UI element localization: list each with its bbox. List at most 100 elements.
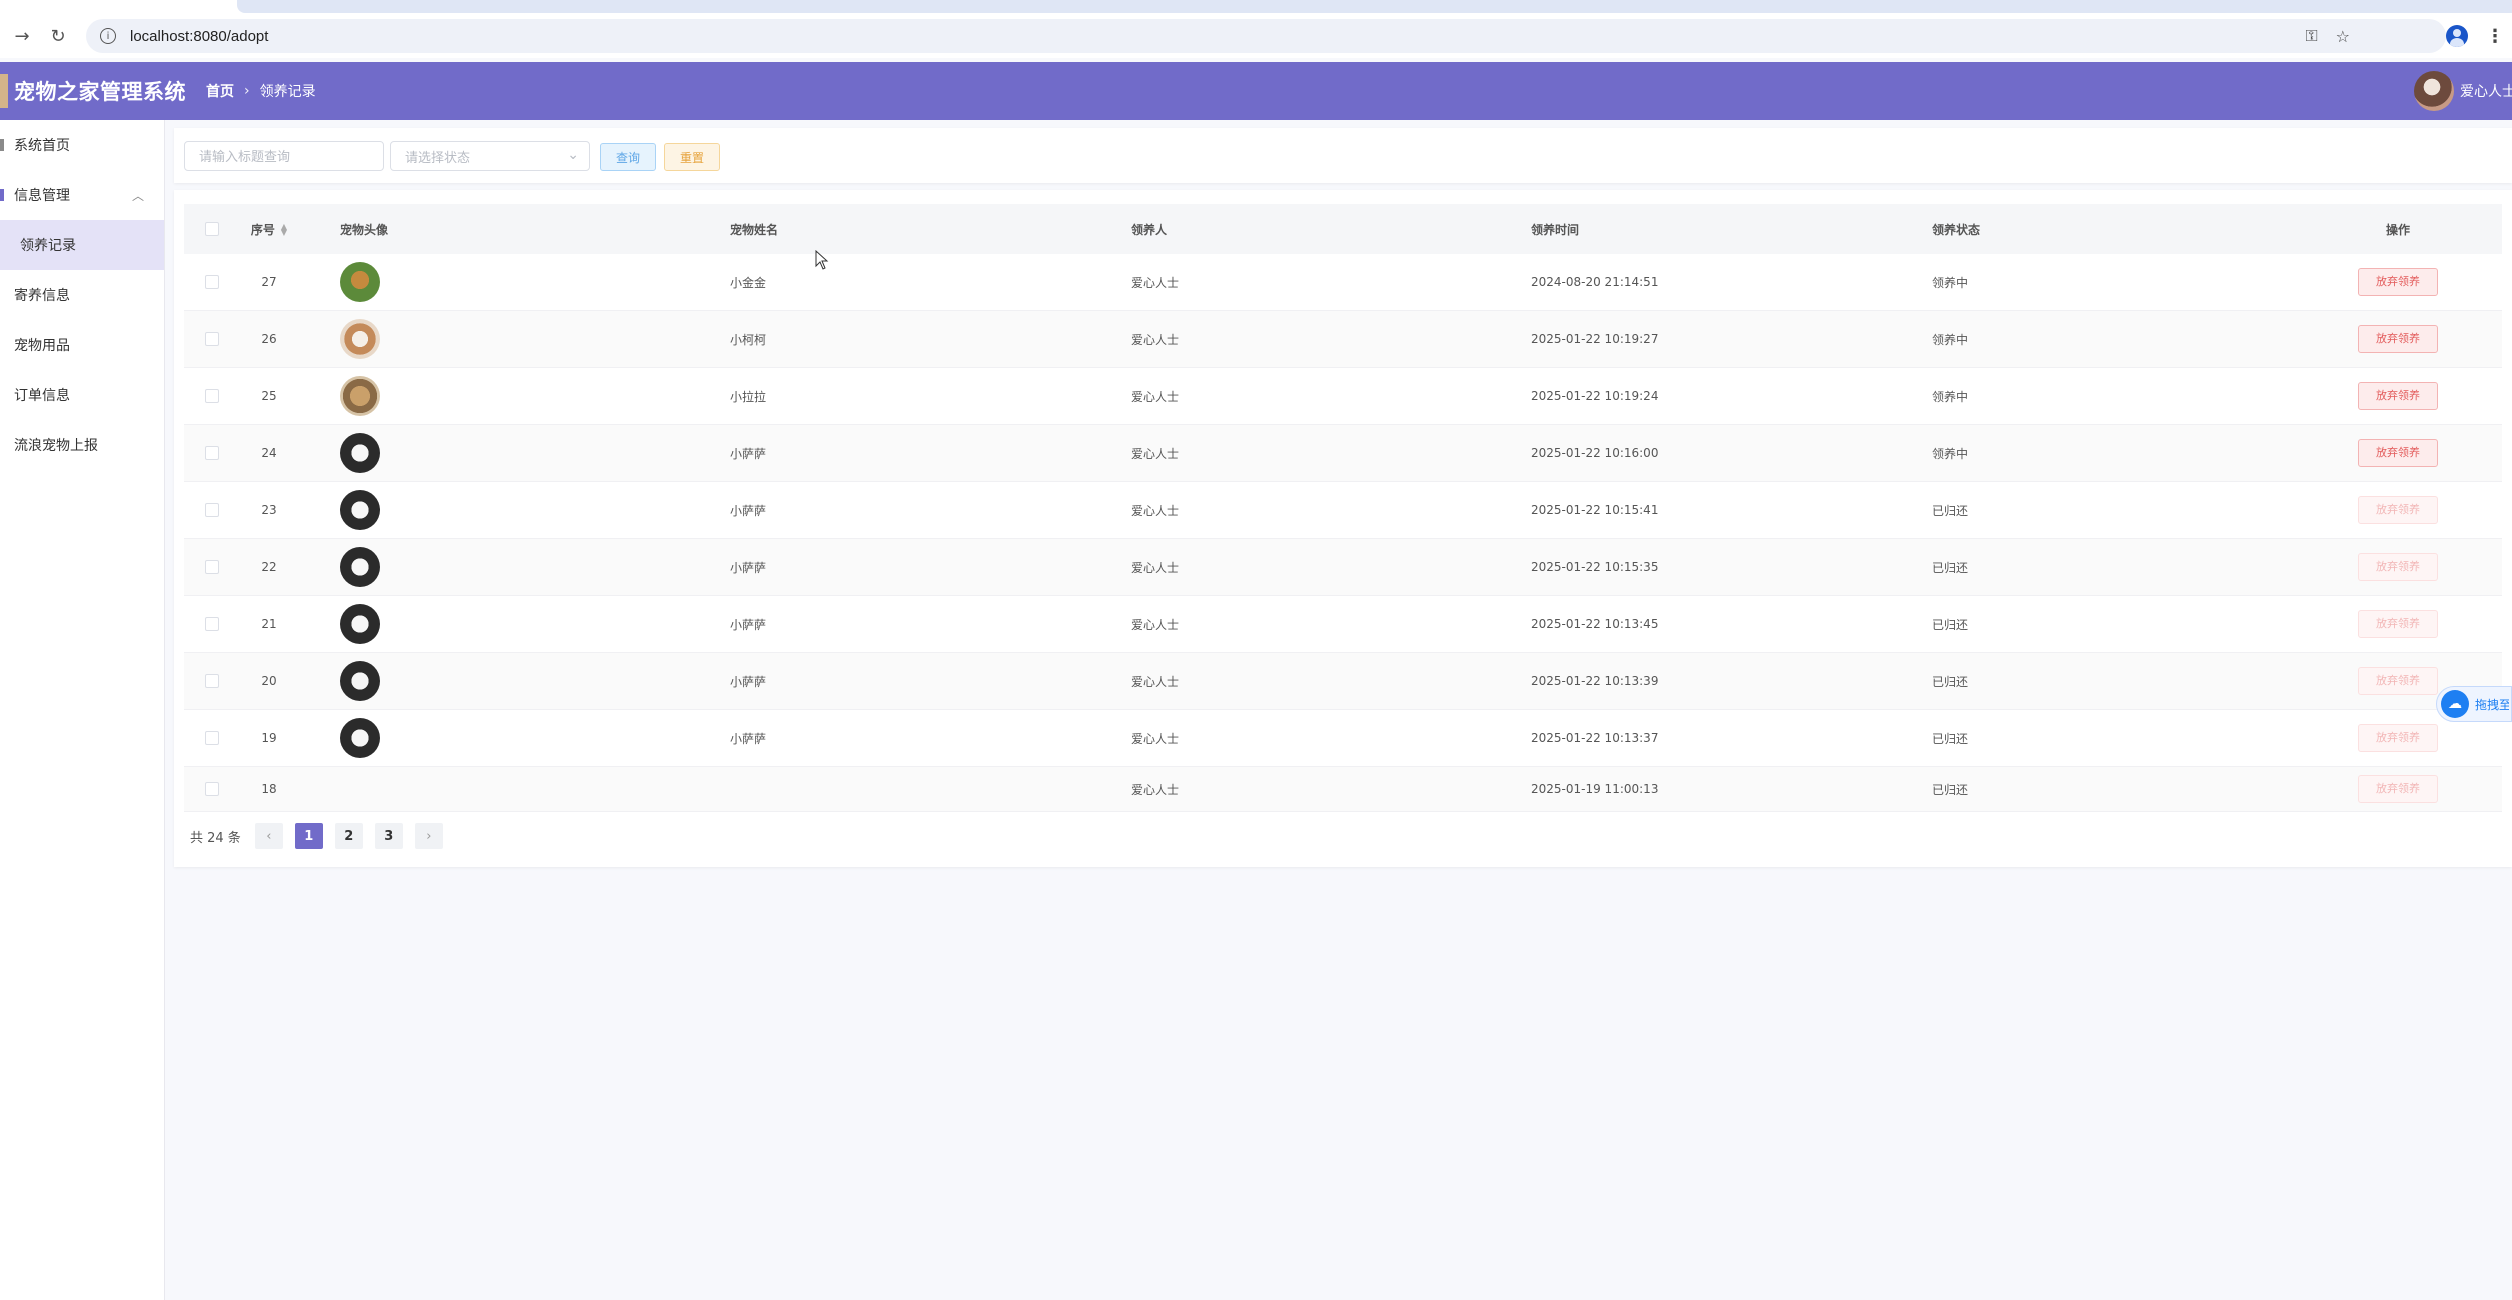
abandon-adoption-button[interactable]: 放弃领养 — [2358, 724, 2438, 752]
home-icon — [0, 139, 4, 151]
search-input[interactable] — [184, 141, 384, 171]
sidebar-item-info-management[interactable]: 信息管理 ︿ — [0, 170, 164, 220]
column-header-adopter: 领养人 — [1131, 222, 1168, 237]
sidebar-item-orders[interactable]: 订单信息 — [0, 370, 164, 420]
next-page-button[interactable]: › — [414, 823, 443, 849]
table-row: 26 小柯柯 爱心人士 2025-01-22 10:19:27 领养中 放弃领养 — [184, 311, 2502, 368]
row-checkbox[interactable] — [205, 275, 219, 289]
adopter-name: 爱心人士 — [1131, 731, 1180, 746]
abandon-adoption-button[interactable]: 放弃领养 — [2358, 268, 2438, 296]
sidebar-item-foster-info[interactable]: 寄养信息 — [0, 270, 164, 320]
row-index: 20 — [261, 674, 277, 688]
user-name[interactable]: 爱心人士 — [2460, 81, 2512, 101]
samoyed-icon[interactable] — [340, 718, 380, 758]
golden-dog-icon[interactable] — [340, 262, 380, 302]
sort-icon[interactable]: ▲ ▼ — [281, 223, 287, 237]
adopter-name: 爱心人士 — [1131, 332, 1180, 347]
adopter-name: 爱心人士 — [1131, 446, 1180, 461]
sidebar-item-home[interactable]: 系统首页 — [0, 120, 164, 170]
row-checkbox[interactable] — [205, 446, 219, 460]
row-actions: 放弃领养 — [2358, 496, 2438, 524]
samoyed-icon[interactable] — [340, 547, 380, 587]
breadcrumb: 首页 › 领养记录 — [206, 81, 316, 101]
labrador-icon[interactable] — [340, 376, 380, 416]
bookmark-star-icon[interactable]: ☆ — [2336, 27, 2350, 46]
pet-name: 小萨萨 — [730, 674, 767, 689]
abandon-adoption-button[interactable]: 放弃领养 — [2358, 439, 2438, 467]
row-actions: 放弃领养 — [2358, 610, 2438, 638]
table-row: 24 小萨萨 爱心人士 2025-01-22 10:16:00 领养中 放弃领养 — [184, 425, 2502, 482]
samoyed-icon[interactable] — [340, 433, 380, 473]
sidebar-item-label: 信息管理 — [14, 188, 70, 204]
adopt-status: 已归还 — [1932, 731, 1969, 746]
select-all-checkbox[interactable] — [205, 222, 219, 236]
table-row: 25 小拉拉 爱心人士 2025-01-22 10:19:24 领养中 放弃领养 — [184, 368, 2502, 425]
site-info-icon[interactable]: i — [100, 28, 116, 44]
abandon-adoption-button[interactable]: 放弃领养 — [2358, 667, 2438, 695]
browser-menu-icon[interactable]: ⋮ — [2486, 26, 2504, 47]
reload-icon[interactable]: ↻ — [44, 22, 72, 50]
samoyed-icon[interactable] — [340, 490, 380, 530]
sidebar-item-label: 订单信息 — [14, 388, 70, 404]
adopt-status: 已归还 — [1932, 674, 1969, 689]
adopter-name: 爱心人士 — [1131, 275, 1180, 290]
row-index: 23 — [261, 503, 277, 517]
sidebar-item-label: 流浪宠物上报 — [14, 438, 98, 454]
row-checkbox[interactable] — [205, 389, 219, 403]
column-header-label: 序号 — [250, 222, 275, 237]
pet-name: 小柯柯 — [730, 332, 767, 347]
row-checkbox[interactable] — [205, 332, 219, 346]
prev-page-button[interactable]: ‹ — [254, 823, 283, 849]
page-button-3[interactable]: 3 — [374, 823, 403, 849]
adopt-time: 2025-01-22 10:16:00 — [1531, 446, 1659, 460]
app-title: 宠物之家管理系统 — [14, 80, 186, 104]
adopt-status: 已归还 — [1932, 560, 1969, 575]
row-checkbox[interactable] — [205, 782, 219, 796]
corgi-icon[interactable] — [340, 319, 380, 359]
breadcrumb-current: 领养记录 — [259, 84, 316, 100]
row-checkbox[interactable] — [205, 617, 219, 631]
forward-icon[interactable]: → — [8, 22, 36, 50]
table-row: 21 小萨萨 爱心人士 2025-01-22 10:13:45 已归还 放弃领养 — [184, 596, 2502, 653]
status-select[interactable]: 请选择状态 ⌄ — [390, 141, 590, 171]
password-key-icon[interactable]: ⚿ — [2305, 26, 2317, 46]
adopter-name: 爱心人士 — [1131, 782, 1180, 797]
sidebar-item-adopt-records[interactable]: 领养记录 — [0, 220, 164, 270]
row-checkbox[interactable] — [205, 503, 219, 517]
adopt-time: 2025-01-22 10:13:39 — [1531, 674, 1659, 688]
avatar[interactable] — [2414, 71, 2454, 111]
abandon-adoption-button[interactable]: 放弃领养 — [2358, 553, 2438, 581]
reset-button[interactable]: 重置 — [664, 143, 720, 171]
row-checkbox[interactable] — [205, 674, 219, 688]
samoyed-icon[interactable] — [340, 604, 380, 644]
row-index: 21 — [261, 617, 277, 631]
cloud-icon: ☁ — [2441, 690, 2469, 718]
column-header-index[interactable]: 序号 ▲ ▼ — [244, 221, 294, 238]
user-menu[interactable]: 爱心人士 — [2414, 71, 2512, 111]
abandon-adoption-button[interactable]: 放弃领养 — [2358, 610, 2438, 638]
abandon-adoption-button[interactable]: 放弃领养 — [2358, 325, 2438, 353]
sidebar-item-stray-report[interactable]: 流浪宠物上报 — [0, 420, 164, 470]
pet-name: 小萨萨 — [730, 503, 767, 518]
query-button[interactable]: 查询 — [600, 143, 656, 171]
url-text[interactable]: localhost:8080/adopt — [130, 28, 268, 45]
sidebar-item-pet-supplies[interactable]: 宠物用品 — [0, 320, 164, 370]
floating-drag-tool[interactable]: ☁ 拖拽至 — [2436, 686, 2512, 722]
address-bar[interactable]: i localhost:8080/adopt ⚿ ☆ — [86, 19, 2446, 53]
pet-name: 小拉拉 — [730, 389, 767, 404]
page-button-2[interactable]: 2 — [334, 823, 363, 849]
profile-icon[interactable] — [2446, 25, 2468, 47]
table-row: 23 小萨萨 爱心人士 2025-01-22 10:15:41 已归还 放弃领养 — [184, 482, 2502, 539]
abandon-adoption-button[interactable]: 放弃领养 — [2358, 775, 2438, 803]
breadcrumb-home[interactable]: 首页 — [206, 81, 234, 101]
samoyed-icon[interactable] — [340, 661, 380, 701]
sidebar-item-label: 宠物用品 — [14, 338, 70, 354]
adopt-time: 2024-08-20 21:14:51 — [1531, 275, 1659, 289]
page-button-1[interactable]: 1 — [294, 823, 323, 849]
row-checkbox[interactable] — [205, 731, 219, 745]
row-checkbox[interactable] — [205, 560, 219, 574]
adopt-time: 2025-01-22 10:15:41 — [1531, 503, 1659, 517]
abandon-adoption-button[interactable]: 放弃领养 — [2358, 382, 2438, 410]
adopt-status: 领养中 — [1932, 275, 1969, 290]
abandon-adoption-button[interactable]: 放弃领养 — [2358, 496, 2438, 524]
